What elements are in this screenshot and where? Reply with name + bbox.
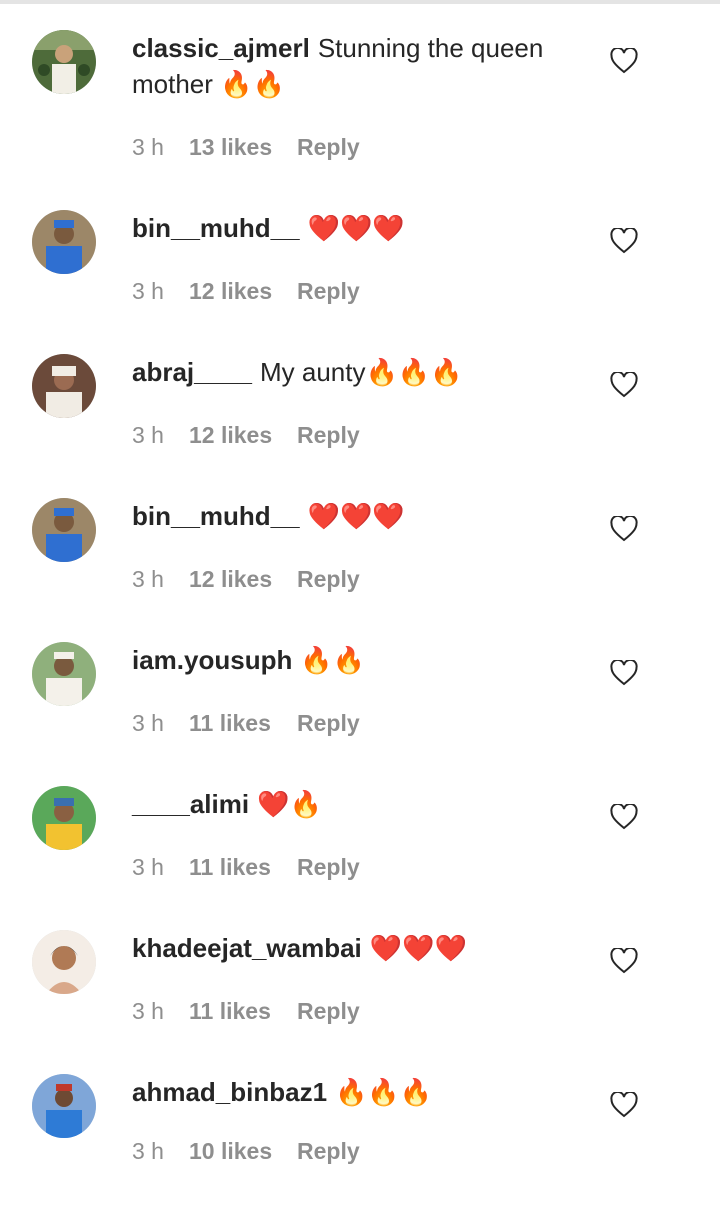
avatar[interactable] xyxy=(32,30,96,94)
comment-meta: 3 h 12 likes Reply xyxy=(132,566,360,593)
comment-text: bin__muhd__ ❤️❤️❤️ xyxy=(132,498,582,534)
avatar[interactable] xyxy=(32,354,96,418)
comment-username[interactable]: ____alimi xyxy=(132,789,249,819)
comment-meta: 3 h 12 likes Reply xyxy=(132,278,360,305)
comment-item: khadeejat_wambai ❤️❤️❤️ 3 h 11 likes Repl… xyxy=(0,930,720,1074)
comment-item: abraj____ My aunty🔥🔥🔥 3 h 12 likes Reply xyxy=(0,354,720,498)
comment-likes[interactable]: 11 likes xyxy=(189,710,297,737)
comment-item: classic_ajmerl Stunning the queen mother … xyxy=(0,30,720,174)
reply-button[interactable]: Reply xyxy=(297,1138,360,1165)
comment-username[interactable]: bin__muhd__ xyxy=(132,501,300,531)
comment-likes[interactable]: 12 likes xyxy=(189,566,297,593)
comment-meta: 3 h 11 likes Reply xyxy=(132,854,360,881)
avatar[interactable] xyxy=(32,1074,96,1138)
comment-body: ❤️❤️❤️ xyxy=(307,213,405,243)
comment-time: 3 h xyxy=(132,566,164,592)
avatar[interactable] xyxy=(32,930,96,994)
comment-username[interactable]: abraj____ xyxy=(132,357,252,387)
avatar[interactable] xyxy=(32,786,96,850)
like-heart-icon[interactable] xyxy=(610,48,638,74)
reply-button[interactable]: Reply xyxy=(297,566,360,593)
comment-username[interactable]: bin__muhd__ xyxy=(132,213,300,243)
like-heart-icon[interactable] xyxy=(610,228,638,254)
comment-time: 3 h xyxy=(132,1138,164,1164)
avatar[interactable] xyxy=(32,642,96,706)
comment-item: ____alimi ❤️🔥 3 h 11 likes Reply xyxy=(0,786,720,930)
comment-text: ahmad_binbaz1 🔥🔥🔥 xyxy=(132,1074,582,1110)
comment-item: bin__muhd__ ❤️❤️❤️ 3 h 12 likes Reply xyxy=(0,498,720,642)
comment-meta: 3 h 11 likes Reply xyxy=(132,998,360,1025)
comment-time: 3 h xyxy=(132,134,164,160)
comment-body: ❤️❤️❤️ xyxy=(369,933,467,963)
reply-button[interactable]: Reply xyxy=(297,278,360,305)
comment-body: ❤️🔥 xyxy=(257,789,322,819)
comment-likes[interactable]: 11 likes xyxy=(189,854,297,881)
like-heart-icon[interactable] xyxy=(610,804,638,830)
comment-time: 3 h xyxy=(132,278,164,304)
comment-likes[interactable]: 10 likes xyxy=(189,1138,297,1165)
reply-button[interactable]: Reply xyxy=(297,710,360,737)
comment-body: My aunty🔥🔥🔥 xyxy=(259,357,463,387)
comment-meta: 3 h 13 likes Reply xyxy=(132,134,360,161)
reply-button[interactable]: Reply xyxy=(297,998,360,1025)
reply-button[interactable]: Reply xyxy=(297,134,360,161)
comment-item: iam.yousuph 🔥🔥 3 h 11 likes Reply xyxy=(0,642,720,786)
comment-item: ahmad_binbaz1 🔥🔥🔥 3 h 10 likes Reply xyxy=(0,1074,720,1218)
like-heart-icon[interactable] xyxy=(610,948,638,974)
comment-username[interactable]: iam.yousuph xyxy=(132,645,292,675)
comment-time: 3 h xyxy=(132,422,164,448)
avatar[interactable] xyxy=(32,498,96,562)
comment-body: 🔥🔥🔥 xyxy=(335,1077,433,1107)
comment-likes[interactable]: 11 likes xyxy=(189,998,297,1025)
comment-time: 3 h xyxy=(132,998,164,1024)
like-heart-icon[interactable] xyxy=(610,660,638,686)
comment-text: classic_ajmerl Stunning the queen mother … xyxy=(132,30,582,102)
comment-text: bin__muhd__ ❤️❤️❤️ xyxy=(132,210,582,246)
comment-meta: 3 h 11 likes Reply xyxy=(132,710,360,737)
like-heart-icon[interactable] xyxy=(610,372,638,398)
comment-likes[interactable]: 12 likes xyxy=(189,422,297,449)
comment-text: abraj____ My aunty🔥🔥🔥 xyxy=(132,354,582,390)
comment-body: ❤️❤️❤️ xyxy=(307,501,405,531)
avatar[interactable] xyxy=(32,210,96,274)
comment-username[interactable]: classic_ajmerl xyxy=(132,33,310,63)
comment-username[interactable]: khadeejat_wambai xyxy=(132,933,362,963)
comment-likes[interactable]: 12 likes xyxy=(189,278,297,305)
like-heart-icon[interactable] xyxy=(610,1092,638,1118)
top-divider xyxy=(0,0,720,4)
reply-button[interactable]: Reply xyxy=(297,854,360,881)
comment-text: iam.yousuph 🔥🔥 xyxy=(132,642,582,678)
comment-time: 3 h xyxy=(132,854,164,880)
reply-button[interactable]: Reply xyxy=(297,422,360,449)
comment-likes[interactable]: 13 likes xyxy=(189,134,297,161)
comment-time: 3 h xyxy=(132,710,164,736)
comment-item: bin__muhd__ ❤️❤️❤️ 3 h 12 likes Reply xyxy=(0,210,720,354)
comment-text: khadeejat_wambai ❤️❤️❤️ xyxy=(132,930,582,966)
comment-text: ____alimi ❤️🔥 xyxy=(132,786,582,822)
comment-body: 🔥🔥 xyxy=(300,645,366,675)
like-heart-icon[interactable] xyxy=(610,516,638,542)
comment-meta: 3 h 12 likes Reply xyxy=(132,422,360,449)
comment-meta: 3 h 10 likes Reply xyxy=(132,1138,360,1165)
comment-username[interactable]: ahmad_binbaz1 xyxy=(132,1077,327,1107)
